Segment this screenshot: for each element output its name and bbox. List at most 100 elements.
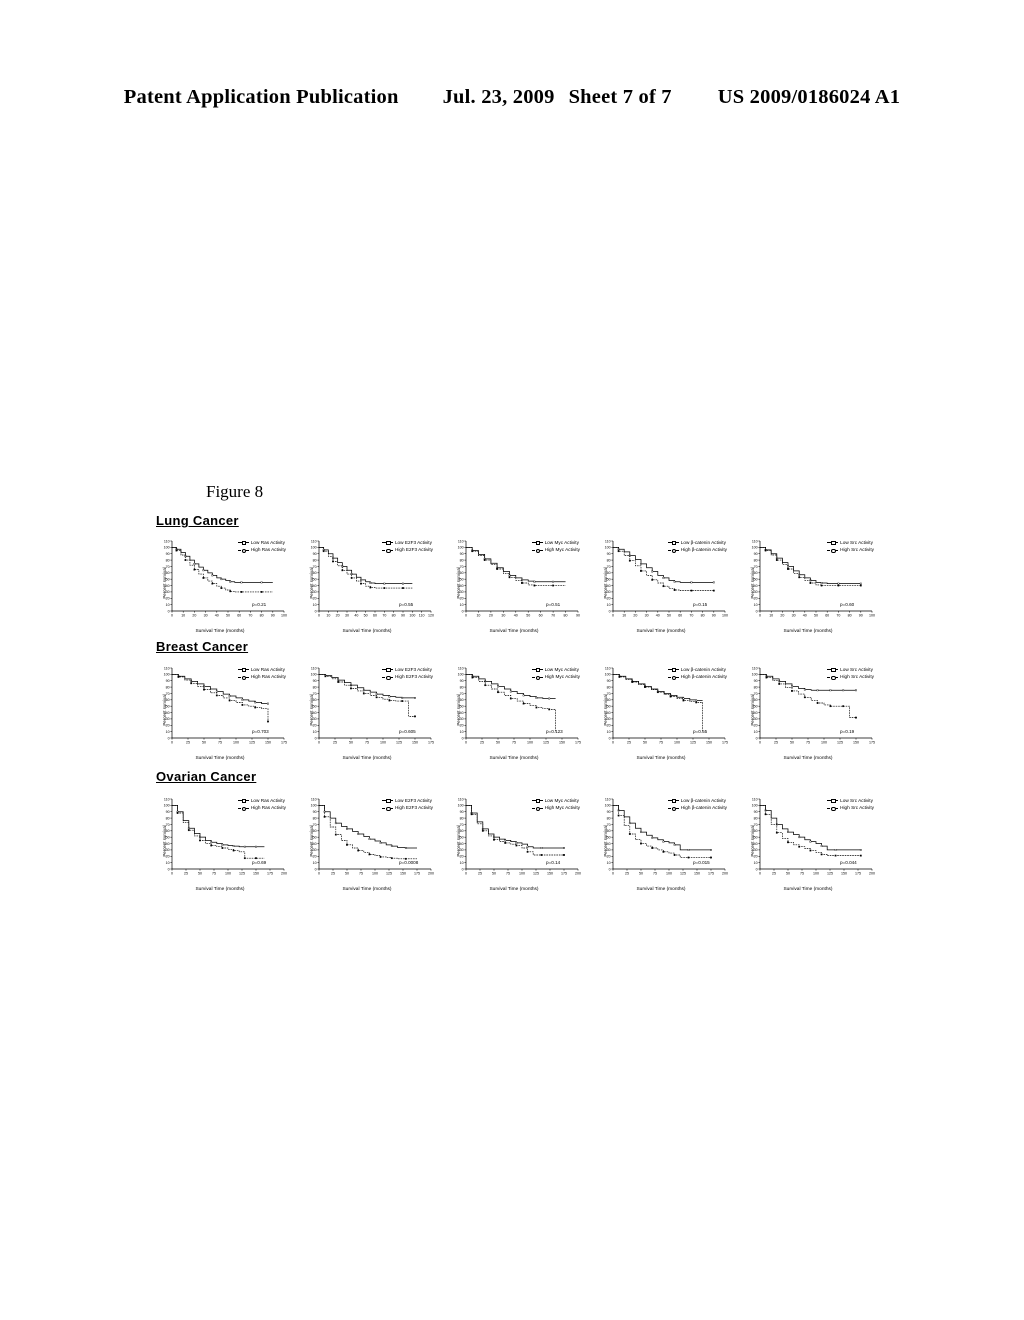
y-axis-label: Percent survival <box>750 567 756 599</box>
svg-text:125: 125 <box>533 871 539 875</box>
p-value-annotation: p=0.69 <box>252 860 267 865</box>
svg-text:80: 80 <box>754 816 758 820</box>
legend-item: High Ras Activity <box>237 804 286 812</box>
survival-chart-ovarian-src: 0 10 20 30 40 50 60 70 80 90 100 110 0 25 50 75 100 125 15… <box>738 791 878 892</box>
chart-cell-lung-bcatenin: 0 10 20 30 40 50 60 70 80 90 100 110 0 10 20 30 40 50 60 70… <box>591 533 731 634</box>
svg-text:100: 100 <box>225 871 231 875</box>
p-value-annotation: p=0.55 <box>693 729 708 734</box>
chart-cell-ovarian-myc: 0 10 20 30 40 50 60 70 80 90 100 110 0 25 50 75 100 125 15… <box>444 791 584 892</box>
svg-text:100: 100 <box>164 546 170 550</box>
svg-text:125: 125 <box>837 740 843 744</box>
svg-text:175: 175 <box>281 740 287 744</box>
svg-text:0: 0 <box>168 609 170 613</box>
chart-cell-breast-e2f3: 0 10 20 30 40 50 60 70 80 90 100 110 0 25 50 75 100 125 15… <box>297 660 437 761</box>
survival-curve <box>613 547 714 591</box>
survival-curve <box>172 547 273 593</box>
svg-text:50: 50 <box>786 871 790 875</box>
legend-item: Low Ras Activity <box>237 797 286 804</box>
svg-text:75: 75 <box>365 740 369 744</box>
legend-item: High Myc Activity <box>531 673 580 681</box>
svg-text:110: 110 <box>752 666 758 670</box>
chart-cell-ovarian-src: 0 10 20 30 40 50 60 70 80 90 100 110 0 25 50 75 100 125 15… <box>738 791 878 892</box>
svg-text:175: 175 <box>428 740 434 744</box>
legend-item: High E2F3 Activity <box>381 673 433 681</box>
svg-text:50: 50 <box>349 740 353 744</box>
svg-text:60: 60 <box>825 613 829 617</box>
x-axis-label: Survival Time (months) <box>195 887 245 892</box>
survival-curve <box>760 805 861 856</box>
svg-text:0: 0 <box>759 740 761 744</box>
svg-text:0: 0 <box>168 736 170 740</box>
svg-text:75: 75 <box>512 740 516 744</box>
svg-text:175: 175 <box>267 871 273 875</box>
legend-label: Low Src Activity <box>840 667 873 672</box>
legend-item: High E2F3 Activity <box>381 546 433 554</box>
y-axis-label: Percent survival <box>603 825 609 857</box>
legend-line-icon <box>827 667 839 673</box>
svg-text:40: 40 <box>354 613 358 617</box>
svg-text:0: 0 <box>609 867 611 871</box>
svg-text:70: 70 <box>248 613 252 617</box>
svg-text:200: 200 <box>869 871 875 875</box>
svg-text:100: 100 <box>458 804 464 808</box>
chart-legend: Low β-catenin Activity High β-catenin Act… <box>667 797 727 812</box>
svg-text:100: 100 <box>821 740 827 744</box>
legend-line-icon <box>237 548 249 554</box>
svg-text:90: 90 <box>859 613 863 617</box>
svg-text:80: 80 <box>701 613 705 617</box>
svg-text:100: 100 <box>605 673 611 677</box>
legend-item: Low Src Activity <box>827 666 874 673</box>
x-axis-label: Survival Time (months) <box>195 756 245 761</box>
p-value-annotation: p=0.0008 <box>399 860 419 865</box>
legend-line-icon <box>381 548 393 554</box>
chart-cell-ovarian-ras: 0 10 20 30 40 50 60 70 80 90 100 110 0 25 50 75 100 125 15… <box>150 791 290 892</box>
svg-text:75: 75 <box>212 871 216 875</box>
svg-text:30: 30 <box>792 613 796 617</box>
legend-line-icon <box>531 675 543 681</box>
chart-legend: Low E2F3 Activity High E2F3 Activity <box>381 539 433 554</box>
svg-text:175: 175 <box>414 871 420 875</box>
svg-text:90: 90 <box>271 613 275 617</box>
svg-text:125: 125 <box>543 740 549 744</box>
legend-line-icon <box>827 548 839 554</box>
survival-curve <box>613 804 711 851</box>
legend-label: High Myc Activity <box>544 547 580 553</box>
svg-text:100: 100 <box>311 804 317 808</box>
figure-title: Figure 8 <box>206 482 264 501</box>
svg-text:40: 40 <box>803 613 807 617</box>
svg-text:125: 125 <box>239 871 245 875</box>
svg-text:50: 50 <box>345 871 349 875</box>
legend-item: High β-catenin Activity <box>667 673 727 681</box>
legend-label: High Ras Activity <box>250 674 286 680</box>
svg-text:0: 0 <box>756 736 758 740</box>
y-axis-label: Percent survival <box>603 694 609 726</box>
x-axis-label: Survival Time (months) <box>783 756 833 761</box>
svg-text:20: 20 <box>780 613 784 617</box>
svg-text:110: 110 <box>311 666 317 670</box>
survival-chart-lung-myc: 0 10 20 30 40 50 60 70 80 90 100 110 0 10 20 30 40 50 60 70… <box>444 533 584 634</box>
svg-text:40: 40 <box>514 613 518 617</box>
section-label-breast-cancer: Breast Cancer <box>156 639 249 654</box>
legend-label: Low Myc Activity <box>544 540 579 545</box>
svg-text:80: 80 <box>460 816 464 820</box>
svg-text:110: 110 <box>605 797 611 801</box>
svg-text:30: 30 <box>501 613 505 617</box>
svg-text:110: 110 <box>752 539 758 543</box>
svg-text:25: 25 <box>480 740 484 744</box>
chart-row-lung-cancer: 0 10 20 30 40 50 60 70 80 90 100 110 0 10 20 30 40 50 60 70… <box>150 533 880 634</box>
legend-item: Low Ras Activity <box>237 666 286 673</box>
x-axis-label: Survival Time (months) <box>342 629 392 634</box>
svg-text:0: 0 <box>315 867 317 871</box>
svg-text:110: 110 <box>458 539 464 543</box>
svg-text:90: 90 <box>166 552 170 556</box>
svg-text:90: 90 <box>166 810 170 814</box>
svg-text:10: 10 <box>607 603 611 607</box>
svg-text:90: 90 <box>460 552 464 556</box>
svg-text:80: 80 <box>260 613 264 617</box>
svg-text:10: 10 <box>313 730 317 734</box>
svg-text:175: 175 <box>708 871 714 875</box>
legend-label: Low Ras Activity <box>250 798 285 803</box>
svg-text:80: 80 <box>166 685 170 689</box>
legend-line-icon <box>531 548 543 554</box>
svg-text:10: 10 <box>166 603 170 607</box>
